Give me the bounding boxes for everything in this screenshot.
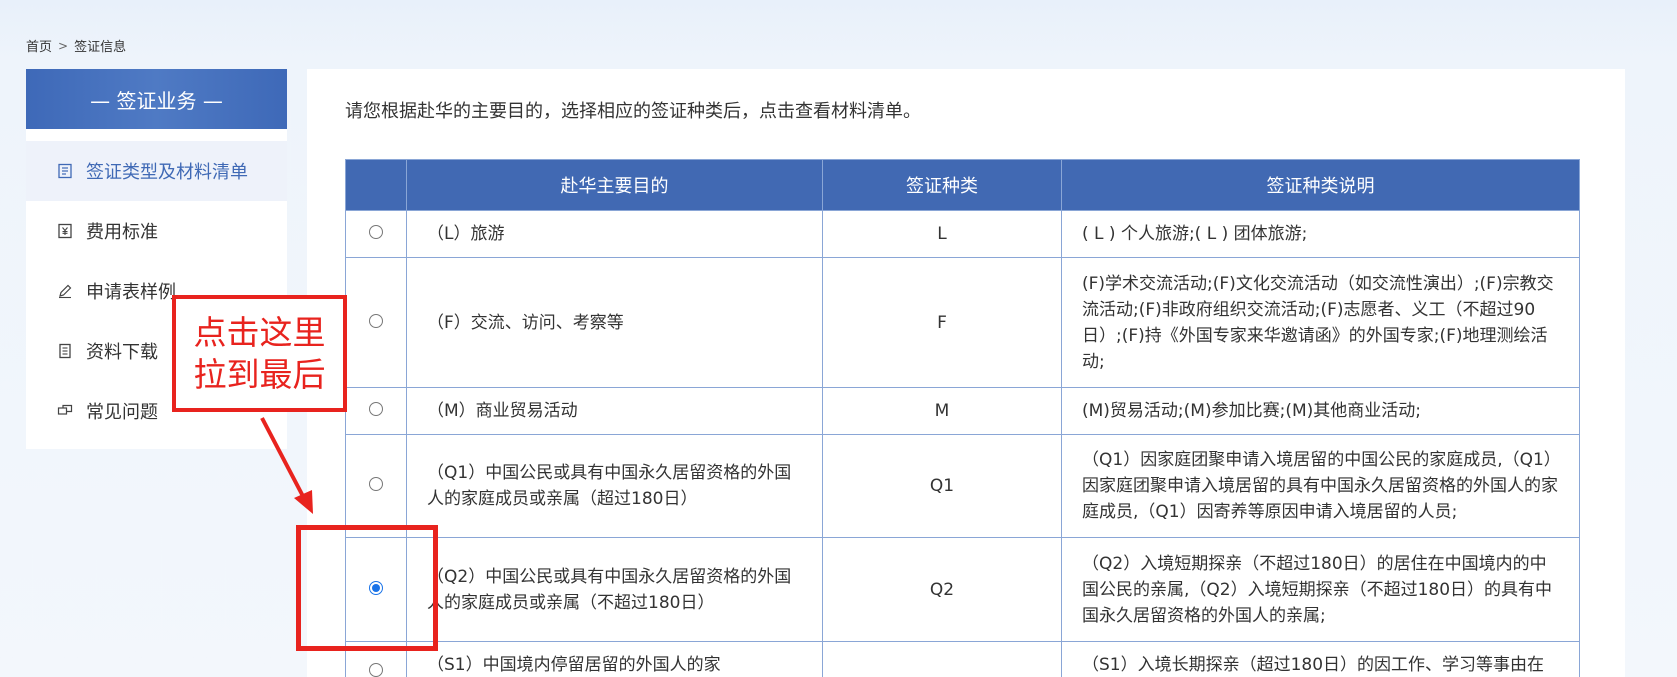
type-cell	[822, 641, 1062, 677]
sidebar-item-label: 资料下载	[86, 342, 158, 363]
header-cell-type: 签证种类	[822, 159, 1062, 211]
table-header-row: 赴华主要目的 签证种类 签证种类说明	[345, 159, 1580, 211]
main-content: 请您根据赴华的主要目的，选择相应的签证种类后，点击查看材料清单。 赴华主要目的 …	[307, 69, 1625, 677]
intro-text: 请您根据赴华的主要目的，选择相应的签证种类后，点击查看材料清单。	[345, 101, 921, 122]
sidebar-item-label: 签证类型及材料清单	[86, 162, 248, 183]
breadcrumb-separator: >	[58, 38, 69, 53]
visa-table: 赴华主要目的 签证种类 签证种类说明 （L）旅游 L ( L ) 个人旅游;( …	[345, 159, 1580, 677]
table-row[interactable]: （Q1）中国公民或具有中国永久居留资格的外国人的家庭成员或亲属（超过180日） …	[345, 434, 1580, 538]
annotation-callout: 点击这里 拉到最后	[172, 295, 347, 412]
breadcrumb: 首页 > 签证信息	[26, 36, 127, 56]
purpose-cell: （Q2）中国公民或具有中国永久居留资格的外国人的家庭成员或亲属（不超过180日）	[406, 537, 823, 642]
annotation-line-1: 点击这里	[193, 312, 326, 352]
sidebar-item-label: 费用标准	[86, 222, 158, 243]
radio-button[interactable]	[369, 313, 383, 328]
purpose-cell: （M）商业贸易活动	[406, 387, 823, 435]
radio-button[interactable]	[369, 225, 383, 239]
description-cell: (M)贸易活动;(M)参加比赛;(M)其他商业活动;	[1061, 387, 1580, 435]
radio-button[interactable]	[369, 477, 383, 491]
breadcrumb-current: 签证信息	[74, 40, 127, 55]
table-row[interactable]: （Q2）中国公民或具有中国永久居留资格的外国人的家庭成员或亲属（不超过180日）…	[345, 537, 1580, 642]
table-row[interactable]: （F）交流、访问、考察等 F (F)学术交流活动;(F)文化交流活动（如交流性演…	[345, 257, 1580, 388]
description-cell: （Q2）入境短期探亲（不超过180日）的居住在中国境内的中国公民的亲属,（Q2）…	[1061, 537, 1580, 642]
purpose-cell: （S1）中国境内停留居留的外国人的家	[406, 641, 823, 677]
type-cell: F	[822, 257, 1062, 388]
description-cell: （S1）入境长期探亲（超过180日）的因工作、学习等事由在	[1061, 641, 1580, 677]
type-cell: Q2	[822, 537, 1062, 642]
header-cell-description: 签证种类说明	[1061, 159, 1580, 211]
radio-cell[interactable]	[345, 210, 407, 258]
purpose-cell: （F）交流、访问、考察等	[406, 257, 823, 388]
breadcrumb-home-link[interactable]: 首页	[26, 36, 52, 55]
table-row[interactable]: （L）旅游 L ( L ) 个人旅游;( L ) 团体旅游;	[345, 210, 1580, 258]
annotation-line-2: 拉到最后	[193, 354, 326, 394]
yen-icon	[56, 222, 74, 240]
table-row[interactable]: （M）商业贸易活动 M (M)贸易活动;(M)参加比赛;(M)其他商业活动;	[345, 387, 1580, 435]
table-row[interactable]: （S1）中国境内停留居留的外国人的家 （S1）入境长期探亲（超过180日）的因工…	[345, 641, 1580, 677]
radio-cell[interactable]	[345, 387, 407, 435]
annotation-highlight-box	[296, 525, 438, 651]
type-cell: M	[822, 387, 1062, 435]
purpose-cell: （L）旅游	[406, 210, 823, 258]
document-icon	[56, 342, 74, 360]
type-cell: Q1	[822, 434, 1062, 538]
radio-button[interactable]	[369, 662, 383, 677]
radio-button[interactable]	[369, 402, 383, 416]
header-cell-select	[345, 159, 407, 211]
sidebar-item-visa-types[interactable]: 签证类型及材料清单	[26, 141, 287, 201]
sidebar-item-label: 申请表样例	[86, 282, 176, 303]
pen-icon	[56, 282, 74, 300]
purpose-cell: （Q1）中国公民或具有中国永久居留资格的外国人的家庭成员或亲属（超过180日）	[406, 434, 823, 538]
header-cell-purpose: 赴华主要目的	[406, 159, 823, 211]
description-cell: (F)学术交流活动;(F)文化交流活动（如交流性演出）;(F)宗教交流活动;(F…	[1061, 257, 1580, 388]
description-cell: ( L ) 个人旅游;( L ) 团体旅游;	[1061, 210, 1580, 258]
list-icon	[56, 162, 74, 180]
radio-cell[interactable]	[345, 434, 407, 538]
radio-cell[interactable]	[345, 257, 407, 388]
description-cell: （Q1）因家庭团聚申请入境居留的中国公民的家庭成员,（Q1）因家庭团聚申请入境居…	[1061, 434, 1580, 538]
sidebar-item-label: 常见问题	[86, 402, 158, 423]
sidebar-item-fees[interactable]: 费用标准	[26, 201, 287, 261]
chat-icon	[56, 402, 74, 420]
sidebar-title: — 签证业务 —	[26, 69, 287, 129]
type-cell: L	[822, 210, 1062, 258]
